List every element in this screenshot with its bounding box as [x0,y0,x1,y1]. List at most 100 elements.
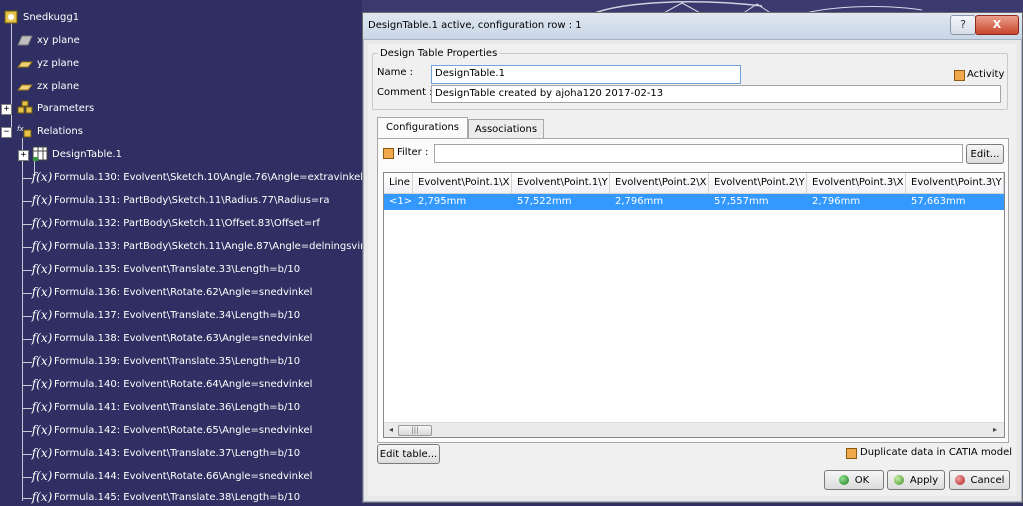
edit-filter-button[interactable]: Edit... [966,144,1004,164]
close-button[interactable]: X [975,15,1019,35]
tree-node-yz-plane[interactable]: yz plane [16,54,79,72]
configurations-table[interactable]: Line Evolvent\Point.1\X Evolvent\Point.1… [383,172,1005,438]
tree-node-formula[interactable]: f(x) Formula.144: Evolvent\Rotate.66\Angl… [32,467,313,485]
part-icon [2,9,20,25]
name-label: Name : [377,67,414,78]
formula-icon: f(x) [31,239,53,253]
formula-label: Formula.133: PartBody\Sketch.11\Angle.87… [54,240,381,252]
scroll-left-icon[interactable]: ◂ [386,425,396,435]
column-header[interactable]: Line [384,173,413,193]
formula-icon: f(x) [31,377,53,391]
formula-label: Formula.142: Evolvent\Rotate.65\Angle=sn… [54,424,313,436]
formula-icon: f(x) [31,262,53,276]
formula-icon: f(x) [31,193,53,207]
tree-node-formula[interactable]: f(x) Formula.145: Evolvent\Translate.38\L… [32,488,300,506]
plane-label: yz plane [37,57,80,69]
expand-icon[interactable]: + [18,150,29,161]
formula-label: Formula.132: PartBody\Sketch.11\Offset.8… [54,217,320,229]
filter-checkbox[interactable] [383,148,394,159]
tree-node-relations[interactable]: fx Relations [16,122,83,140]
column-header[interactable]: Evolvent\Point.3\X [807,173,906,193]
properties-legend: Design Table Properties [380,48,498,59]
tree-node-formula[interactable]: f(x) Formula.133: PartBody\Sketch.11\Angl… [31,237,381,255]
apply-button[interactable]: Apply [887,470,945,490]
tree-connector [22,247,32,248]
tree-connector [22,138,23,501]
edit-table-button[interactable]: Edit table... [377,444,440,464]
formula-label: Formula.139: Evolvent\Translate.35\Lengt… [54,355,301,367]
formula-label: Formula.143: Evolvent\Translate.37\Lengt… [54,447,301,459]
formula-icon: f(x) [31,446,53,460]
design-table-icon [31,146,49,162]
table-row[interactable]: <1> 2,795mm 57,522mm 2,796mm 57,557mm 2,… [384,194,1004,210]
column-header[interactable]: Evolvent\Point.2\Y [709,173,807,193]
expand-icon[interactable]: + [1,104,12,115]
parameters-icon [16,100,34,116]
formula-icon: f(x) [31,170,53,184]
tree-node-xy-plane[interactable]: xy plane [16,31,80,49]
tree-node-design-table[interactable]: DesignTable.1 [31,145,122,163]
formula-label: Formula.136: Evolvent\Rotate.62\Angle=sn… [54,286,313,298]
table-cell: 57,557mm [714,196,769,207]
dialog-titlebar[interactable]: DesignTable.1 active, configuration row … [363,13,1022,40]
duplicate-data-checkbox[interactable] [846,448,857,459]
cancel-label: Cancel [970,475,1005,486]
tree-connector [22,477,32,478]
scroll-thumb[interactable]: ||| [398,425,432,436]
formula-label: Formula.130: Evolvent\Sketch.10\Angle.76… [54,171,364,183]
help-button[interactable]: ? [950,15,976,35]
dialog-body: Design Table Properties Name : DesignTab… [368,44,1016,496]
dialog-title: DesignTable.1 active, configuration row … [368,20,582,31]
design-table-label: DesignTable.1 [52,148,122,160]
tree-node-formula[interactable]: f(x) Formula.136: Evolvent\Rotate.62\Angl… [31,283,313,301]
tab-configurations[interactable]: Configurations [377,117,468,139]
comment-input[interactable]: DesignTable created by ajoha120 2017-02-… [431,85,1001,103]
tree-node-formula[interactable]: f(x) Formula.140: Evolvent\Rotate.64\Angl… [31,375,313,393]
tree-node-root[interactable]: Snedkugg1 [2,8,79,26]
column-header[interactable]: Evolvent\Point.1\X [413,173,512,193]
tree-connector [22,339,32,340]
tree-connector [22,293,32,294]
tree-connector [22,362,32,363]
tree-node-formula[interactable]: f(x) Formula.139: Evolvent\Translate.35\L… [32,352,301,370]
ok-button[interactable]: OK [824,470,884,490]
tree-node-formula[interactable]: f(x) Formula.137: Evolvent\Translate.34\L… [32,306,301,324]
collapse-icon[interactable]: − [1,127,12,138]
tree-connector [22,178,32,179]
tree-node-formula[interactable]: f(x) Formula.142: Evolvent\Rotate.65\Angl… [32,421,313,439]
formula-label: Formula.138: Evolvent\Rotate.63\Angle=sn… [54,332,313,344]
table-cell: <1> [389,196,413,207]
horizontal-scrollbar[interactable]: ◂ ||| ▸ [384,422,1004,437]
tree-node-formula[interactable]: f(x) Formula.138: Evolvent\Rotate.63\Angl… [32,329,313,347]
tree-node-zx-plane[interactable]: zx plane [16,77,79,95]
scroll-right-icon[interactable]: ▸ [990,425,1000,435]
filter-input[interactable] [434,144,963,163]
tab-associations[interactable]: Associations [468,119,544,139]
tree-connector [22,431,32,432]
formula-icon: f(x) [31,400,53,414]
apply-icon [893,475,904,485]
formula-icon: f(x) [31,285,53,299]
tree-node-parameters[interactable]: Parameters [16,99,94,117]
tree-node-formula[interactable]: f(x) Formula.131: PartBody\Sketch.11\Radi… [31,191,330,209]
tree-node-formula[interactable]: f(x) Formula.143: Evolvent\Translate.37\L… [31,444,301,462]
relations-label: Relations [37,125,83,137]
tree-node-formula[interactable]: f(x) Formula.132: PartBody\Sketch.11\Offs… [32,214,320,232]
cancel-button[interactable]: Cancel [949,470,1010,490]
table-cell: 2,796mm [812,196,861,207]
duplicate-data-label: Duplicate data in CATIA model [860,447,1013,458]
activity-checkbox[interactable] [954,70,965,81]
name-input[interactable]: DesignTable.1 [431,65,741,84]
column-header[interactable]: Evolvent\Point.3\Y [906,173,1004,193]
tree-node-formula[interactable]: f(x) Formula.141: Evolvent\Translate.36\L… [31,398,300,416]
formula-label: Formula.137: Evolvent\Translate.34\Lengt… [54,309,301,321]
table-cell: 57,522mm [517,196,572,207]
tree-node-formula[interactable]: f(x) Formula.130: Evolvent\Sketch.10\Angl… [31,168,364,186]
comment-label: Comment : [377,87,433,98]
tree-node-formula[interactable]: f(x) Formula.135: Evolvent\Translate.33\L… [31,260,300,278]
tree-root-label: Snedkugg1 [23,11,80,23]
cancel-icon [954,475,965,485]
column-header[interactable]: Evolvent\Point.1\Y [512,173,610,193]
tree-connector [22,224,32,225]
column-header[interactable]: Evolvent\Point.2\X [610,173,709,193]
